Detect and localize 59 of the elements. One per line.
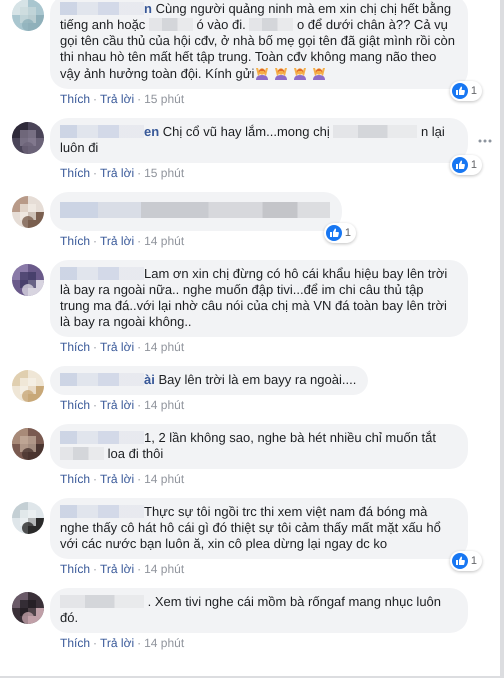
reaction-count[interactable]: 1 [324, 223, 356, 243]
action-link[interactable]: Thích [60, 234, 90, 249]
separator-dot: · [93, 234, 98, 249]
more-options-icon[interactable] [478, 138, 492, 142]
comment-text: 1, 2 lần không sao, nghe bà hét nhiều chỉ muốn tắt loa đi thôi [60, 430, 456, 462]
action-link[interactable]: Trả lời [100, 398, 134, 413]
separator-dot: · [93, 636, 98, 651]
reaction-count[interactable]: 1 [450, 155, 482, 175]
reaction-count[interactable]: 1 [450, 551, 482, 571]
separator-dot: · [137, 166, 142, 181]
like-count: 1 [344, 226, 351, 241]
blurred-text [249, 18, 294, 31]
blurred-text [148, 18, 193, 31]
separator-dot: · [93, 562, 98, 577]
comment-text: ài Bay lên trời là em bayy ra ngoài.... [60, 372, 356, 388]
action-link[interactable]: Trả lời [100, 562, 134, 577]
action-link[interactable]: Thích [60, 472, 90, 487]
comment-text: n Cùng người quảng ninh mà em xin chị chị hết bằng tiếng anh hoặc ó vào đi. o để dưới chân à?? Cả vụ gọi tên cầu thủ của hội cđv, ở nhà bố mẹ gọi tên đã giật mình rồi còn thi nhau hò tên mất hết tập trung. Toàn cđv không mang não theo vậy ảnh hưởng toàn đội. Kính gửi [60, 1, 456, 82]
action-link[interactable]: Trả lời [100, 472, 134, 487]
thumbs-up-icon [452, 157, 468, 173]
action-link[interactable]: Trả lời [100, 636, 134, 651]
action-link[interactable]: Thích [60, 562, 90, 577]
action-link[interactable]: Thích [60, 340, 90, 355]
comment-text: en Chị cổ vũ hay lắm...mong chị n lại luôn đi [60, 124, 446, 156]
separator-dot: · [137, 636, 142, 651]
action-link[interactable]: Thích [60, 636, 90, 651]
person-gesture-icon [311, 65, 328, 81]
separator-dot: · [93, 92, 98, 107]
action-link[interactable]: Trả lời [100, 340, 134, 355]
comment-text: Thực sự tôi ngồi trc thi xem việt nam đá bóng mà nghe thấy cô hát hô cái gì đó thiệt sự tôi cảm thấy mất mặt xấu hổ với các nước bạn luôn ă, xin cô plea dừng lại ngay dc ko [60, 504, 442, 552]
comment-text: Lam ơn xin chị đừng có hô cái khẩu hiệu bay lên trời là bay ra ngoài nữa.. nghe muốn đập tivi...để im chi câu thủ tập trung ma đá..với lại nhờ câu nói của chị mà VN đá toàn bay lên trời là bay ra ngoài không.. [60, 266, 448, 330]
thumbs-up-icon [452, 553, 468, 569]
separator-dot: · [137, 234, 142, 249]
separator-dot: · [93, 340, 98, 355]
separator-dot: · [93, 166, 98, 181]
separator-dot: · [137, 92, 142, 107]
separator-dot: · [137, 398, 142, 413]
separator-dot: · [137, 340, 142, 355]
blurred-text [60, 447, 104, 460]
thumbs-up-icon [452, 83, 468, 99]
like-count: 1 [470, 84, 477, 99]
reaction-count[interactable]: 1 [450, 81, 482, 101]
person-gesture-icon [292, 65, 308, 81]
separator-dot: · [93, 472, 98, 487]
separator-dot: · [137, 562, 142, 577]
person-gesture-icon [254, 65, 270, 81]
action-link[interactable]: Thích [60, 166, 90, 181]
action-link[interactable]: Trả lời [100, 92, 134, 107]
action-link[interactable]: Trả lời [100, 166, 134, 181]
person-gesture-icon [273, 65, 290, 81]
thumbs-up-icon [326, 225, 342, 241]
action-link[interactable]: Thích [60, 92, 90, 107]
like-count: 1 [470, 554, 477, 569]
action-link[interactable]: Trả lời [100, 234, 134, 249]
action-link[interactable]: Thích [60, 398, 90, 413]
like-count: 1 [470, 158, 477, 173]
comment-text: . Xem tivi nghe cái mồm bà rốngaf mang nhục luôn đó. [60, 594, 442, 626]
separator-dot: · [137, 472, 142, 487]
separator-dot: · [93, 398, 98, 413]
